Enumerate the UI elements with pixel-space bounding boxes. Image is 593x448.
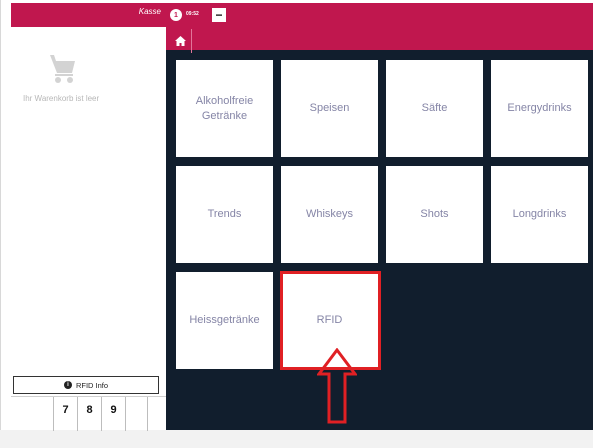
category-label: Energydrinks: [507, 102, 572, 115]
category-tile-energydrinks[interactable]: Energydrinks: [491, 60, 588, 157]
category-tile-longdrinks[interactable]: Longdrinks: [491, 166, 588, 263]
category-tile-speisen[interactable]: Speisen: [281, 60, 378, 157]
rfid-info-label: RFID Info: [75, 380, 109, 390]
arrow-up-icon: [317, 348, 357, 424]
category-label: Heissgetränke: [189, 314, 260, 327]
category-label: Alkoholfreie Getränke: [195, 94, 254, 122]
shopping-cart-icon: [50, 55, 75, 83]
category-tile-saefte[interactable]: Säfte: [386, 60, 483, 157]
cart-panel: Kasse Ihr Warenkorb ist leer i RFID Info…: [0, 0, 167, 431]
key-blank[interactable]: [125, 397, 147, 431]
key-8[interactable]: 8: [77, 397, 101, 431]
cart-header-label: Kasse: [138, 7, 161, 16]
cart-header: Kasse: [11, 3, 167, 27]
category-label: Säfte: [421, 102, 448, 115]
topbar: 1 09:52 −: [166, 3, 593, 53]
keypad: 7 8 9: [11, 396, 167, 431]
category-label: Whiskeys: [305, 208, 354, 221]
notification-badge[interactable]: 1: [170, 9, 182, 21]
category-label: Trends: [207, 208, 242, 221]
key-7[interactable]: 7: [53, 397, 77, 431]
clock-time: 09:52: [186, 11, 199, 17]
app-window: Kasse Ihr Warenkorb ist leer i RFID Info…: [0, 0, 593, 448]
rfid-info-button[interactable]: i RFID Info: [13, 376, 159, 394]
category-label: Speisen: [309, 102, 350, 115]
category-label: Shots: [420, 208, 449, 221]
minus-button[interactable]: −: [212, 8, 226, 22]
info-icon: i: [63, 381, 72, 389]
key-9[interactable]: 9: [101, 397, 125, 431]
category-tile-shots[interactable]: Shots: [386, 166, 483, 263]
home-button[interactable]: [170, 29, 192, 53]
home-icon: [175, 36, 186, 46]
category-tile-alkoholfreie-getraenke[interactable]: Alkoholfreie Getränke: [176, 60, 273, 157]
cart-empty-message: Ihr Warenkorb ist leer: [23, 94, 100, 103]
key-blank-2[interactable]: [147, 397, 167, 431]
category-tile-trends[interactable]: Trends: [176, 166, 273, 263]
category-label: Longdrinks: [512, 208, 567, 221]
category-tile-whiskeys[interactable]: Whiskeys: [281, 166, 378, 263]
category-tile-heissgetraenke[interactable]: Heissgetränke: [176, 272, 273, 369]
